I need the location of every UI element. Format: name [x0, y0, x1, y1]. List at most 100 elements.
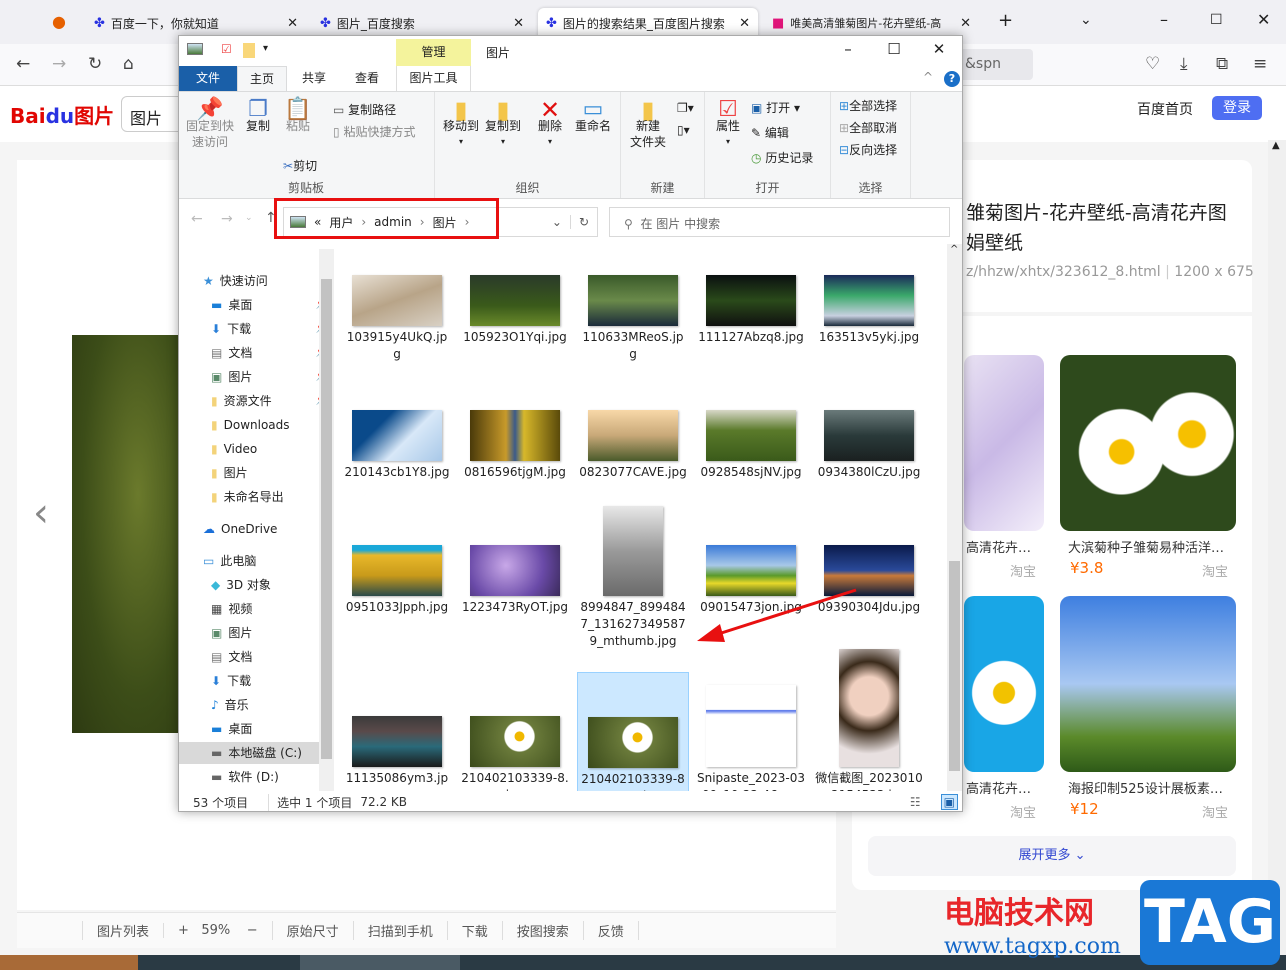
- pin-quick-access-button[interactable]: 📌 固定到快速访问: [185, 99, 235, 150]
- forward-icon[interactable]: →: [52, 54, 66, 74]
- file-item[interactable]: 8994847_8994847_1316273495879_mthumb.jpg: [577, 506, 689, 653]
- large-icons-view-icon[interactable]: ▣: [940, 794, 958, 810]
- nav-item[interactable]: ▬ 本地磁盘 (C:): [179, 742, 319, 764]
- detail-url[interactable]: z/hhzw/xhtx/323612_8.html: [966, 264, 1161, 280]
- back-icon[interactable]: ←: [16, 54, 30, 74]
- copy-to-button[interactable]: ▮ 复制到 ▾: [483, 98, 523, 150]
- reload-icon[interactable]: ↻: [88, 54, 102, 74]
- paste-button[interactable]: 📋 粘贴: [283, 99, 313, 134]
- tab-picture-tools[interactable]: 图片工具: [396, 66, 471, 91]
- firefox-icon[interactable]: ●: [52, 12, 66, 31]
- product-title[interactable]: 高清花卉…: [966, 537, 1031, 556]
- details-view-icon[interactable]: ☷: [910, 795, 921, 809]
- file-item[interactable]: 09390304Jdu.jpg: [813, 545, 925, 619]
- file-item[interactable]: 09015473jon.jpg: [695, 545, 807, 619]
- file-item[interactable]: 210402103339-8-1200.jpg: [577, 672, 689, 791]
- minimize-icon[interactable]: –: [825, 40, 871, 58]
- nav-item[interactable]: ▮ Video: [211, 438, 326, 460]
- recent-locations-icon[interactable]: ⌄: [245, 213, 253, 223]
- nav-item[interactable]: ◆ 3D 对象: [211, 574, 326, 596]
- refresh-icon[interactable]: ↻: [569, 215, 597, 229]
- tab-list-chevron-icon[interactable]: ⌄: [1080, 12, 1092, 28]
- customize-quick-access-icon[interactable]: ▾: [263, 43, 268, 54]
- extensions-icon[interactable]: ⧉: [1216, 54, 1228, 74]
- maximize-icon[interactable]: ☐: [1210, 12, 1223, 28]
- pocket-icon[interactable]: ♡: [1145, 54, 1160, 74]
- nav-item[interactable]: ☁ OneDrive: [203, 518, 318, 540]
- close-tab-icon[interactable]: ✕: [513, 16, 524, 31]
- baidu-logo[interactable]: Baidu图片: [10, 100, 114, 129]
- browser-tab-active[interactable]: ✤ 图片的搜索结果_百度图片搜索 ✕: [538, 8, 758, 38]
- nav-item[interactable]: ▤ 文档: [211, 646, 326, 668]
- select-none-button[interactable]: ⊞全部取消: [839, 120, 897, 136]
- invert-selection-button[interactable]: ⊟反向选择: [839, 142, 897, 158]
- scan-to-phone-button[interactable]: 扫描到手机: [352, 921, 447, 940]
- page-scrollbar[interactable]: ▲: [1268, 140, 1286, 955]
- product-title[interactable]: 海报印制525设计展板素…: [1068, 778, 1223, 797]
- select-all-button[interactable]: ⊞全部选择: [839, 98, 897, 114]
- download-icon[interactable]: ⤓: [1180, 54, 1188, 74]
- nav-item[interactable]: ▬桌面📌: [211, 294, 328, 316]
- file-item[interactable]: 微信截图_20230102154533.jpg: [813, 649, 925, 791]
- collapse-ribbon-icon[interactable]: ^: [923, 70, 933, 84]
- back-icon[interactable]: ←: [191, 211, 203, 227]
- file-item[interactable]: 163513v5ykj.jpg: [813, 275, 925, 349]
- file-item[interactable]: 11135086ym3.jpg: [341, 716, 453, 791]
- nav-item[interactable]: ▮ Downloads: [211, 414, 326, 436]
- file-item[interactable]: 0823077CAVE.jpg: [577, 410, 689, 484]
- close-icon[interactable]: ✕: [916, 40, 962, 58]
- file-item[interactable]: 210402103339-8.jpg: [459, 716, 571, 791]
- nav-item[interactable]: ♪ 音乐: [211, 694, 326, 716]
- nav-item[interactable]: ▮ 图片: [211, 462, 326, 484]
- easy-access-button[interactable]: ▯▾: [677, 122, 690, 138]
- file-item[interactable]: 105923O1Yqi.jpg: [459, 275, 571, 349]
- properties-quick-icon[interactable]: ☑: [221, 42, 232, 56]
- nav-item[interactable]: ▤文档📌: [211, 342, 328, 364]
- show-more-button[interactable]: 展开更多 ⌄: [868, 836, 1236, 876]
- nav-item[interactable]: ▮ 未命名导出: [211, 486, 326, 508]
- nav-item[interactable]: ▣图片📌: [211, 366, 328, 388]
- cut-button[interactable]: ✂剪切: [283, 158, 317, 174]
- browser-tab[interactable]: ■ 唯美高清雏菊图片-花卉壁纸-高 ✕: [764, 8, 979, 38]
- forward-icon[interactable]: →: [221, 211, 233, 227]
- image-list-button[interactable]: 图片列表: [82, 921, 163, 940]
- new-item-button[interactable]: ❐▾: [677, 100, 694, 116]
- tab-home[interactable]: 主页: [237, 66, 287, 91]
- baidu-home-link[interactable]: 百度首页: [1137, 99, 1193, 119]
- file-item[interactable]: 110633MReoS.jpg: [577, 275, 689, 366]
- browser-tab[interactable]: ✤ 图片_百度搜索 ✕: [312, 8, 532, 38]
- product-image[interactable]: [1060, 596, 1236, 772]
- search-by-image-button[interactable]: 按图搜索: [501, 921, 583, 940]
- nav-scrollbar[interactable]: [319, 249, 334, 791]
- product-image[interactable]: [1060, 355, 1236, 531]
- file-item[interactable]: 0928548sjNV.jpg: [695, 410, 807, 484]
- file-item[interactable]: 103915y4UkQ.jpg: [341, 275, 453, 366]
- history-button[interactable]: ◷ 历史记录: [751, 150, 813, 166]
- nav-item[interactable]: ▮资源文件📌: [211, 390, 328, 412]
- nav-item[interactable]: ⬇下载📌: [211, 318, 328, 340]
- nav-item[interactable]: ▬ 桌面: [211, 718, 326, 740]
- tab-share[interactable]: 共享: [292, 66, 336, 91]
- browser-tab[interactable]: ✤ 百度一下，你就知道 ✕: [86, 8, 306, 38]
- maximize-icon[interactable]: ☐: [871, 40, 917, 58]
- nav-item[interactable]: ▦ 视频: [211, 598, 326, 620]
- open-button[interactable]: ▣ 打开 ▾: [751, 100, 800, 116]
- original-size-button[interactable]: 原始尺寸: [271, 921, 353, 940]
- file-item[interactable]: 1223473RyOT.jpg: [459, 545, 571, 619]
- file-item[interactable]: 0934380lCzU.jpg: [813, 410, 925, 484]
- tab-file[interactable]: 文件: [179, 66, 237, 91]
- home-icon[interactable]: ⌂: [123, 54, 134, 74]
- close-tab-icon[interactable]: ✕: [739, 16, 750, 31]
- nav-item[interactable]: ★ 快速访问: [203, 270, 318, 292]
- detail-title[interactable]: 雏菊图片-花卉壁纸-高清花卉图 娟壁纸: [966, 198, 1256, 258]
- file-item[interactable]: 0951033Jpph.jpg: [341, 545, 453, 619]
- new-tab-button[interactable]: +: [998, 10, 1013, 31]
- copy-button[interactable]: ❐ 复制: [243, 99, 273, 134]
- tab-view[interactable]: 查看: [345, 66, 389, 91]
- url-bar[interactable]: &spn: [955, 49, 1033, 80]
- close-tab-icon[interactable]: ✕: [960, 16, 971, 31]
- menu-icon[interactable]: ≡: [1253, 54, 1267, 74]
- product-title[interactable]: 大滨菊种子雏菊易种活洋…: [1068, 537, 1224, 556]
- close-tab-icon[interactable]: ✕: [287, 16, 298, 31]
- product-image[interactable]: [964, 355, 1044, 531]
